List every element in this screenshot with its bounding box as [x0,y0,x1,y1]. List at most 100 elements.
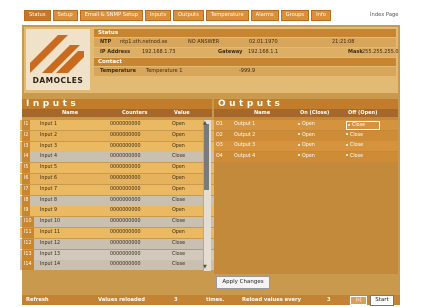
inputs-value-header: Value [174,110,190,116]
input-counter: 0000000000 [110,262,141,268]
input-name: Input 10 [40,219,61,225]
output-off-radio[interactable]: Close [346,131,363,141]
radio-dot-icon [298,133,300,135]
scroll-down-icon[interactable]: ▼ [203,264,207,270]
output-on-radio[interactable]: Open [298,141,315,151]
logo-stripes-icon [30,35,84,73]
input-counter: 0000000000 [110,240,141,246]
ntp-row: NTP ntp1.sth.netnod.se NO ANSWER 02.01.1… [94,38,396,47]
temperature-row: Temperature Temperature 1 -999.9 [94,67,396,76]
input-counter: 0000000000 [110,143,141,149]
inputs-column-headers: Name Counters Value [22,109,212,117]
radio-label: Close [350,132,364,138]
output-name: Output 1 [234,122,256,127]
input-counter: 0000000000 [110,165,141,171]
status-time: 21:21:08 [332,39,355,45]
input-id: I11 [22,228,34,238]
input-counter: 0000000000 [110,122,141,127]
input-row: I3 Input 3 0000000000 Open [20,141,214,152]
input-row: I7 Input 7 0000000000 Open [20,184,214,195]
input-id: I9 [22,206,31,217]
output-id: O1 [216,122,223,127]
output-name: Output 3 [234,143,256,148]
input-value: Open [172,143,185,149]
outputs-heading: Outputs [214,99,398,109]
output-off-radio[interactable]: Close [346,141,363,151]
ip-value: 192.168.1.73 [142,49,176,55]
outputs-column-headers: Name On (Close) Off (Open) [214,109,398,117]
input-value: Close [172,240,186,246]
ntp-state: NO ANSWER [188,39,220,45]
outputs-on-header: On (Close) [300,110,330,116]
inputs-heading: Inputs [22,99,212,109]
input-counter: 0000000000 [110,230,141,235]
input-name: Input 2 [40,132,57,138]
radio-dot-icon [346,154,348,156]
radio-dot-icon [298,154,300,156]
tab-status[interactable]: Status [24,10,51,21]
contact-heading: Contact [94,58,396,66]
seconds-unit: [s] [350,296,367,305]
input-row: I4 Input 4 0000000000 Close [20,152,214,163]
tab-alarms[interactable]: Alarms [250,10,279,21]
output-row: O4 Output 4 Open Close [214,151,398,162]
values-reloaded-label: Values reloaded [98,297,145,303]
reload-interval-input[interactable]: 3 [327,295,331,305]
input-row: I2 Input 2 0000000000 Open [20,130,214,141]
tab-outputs[interactable]: Outputs [173,10,204,21]
input-value: Open [172,165,185,171]
apply-changes-button[interactable]: Apply Changes [216,276,270,289]
tab-inputs[interactable]: Inputs [144,10,172,21]
top-nav: Status Setup Email & SNMP Setup Inputs Outpu… [24,10,331,21]
output-on-radio[interactable]: Open [298,131,315,141]
radio-dot-icon [298,143,300,146]
input-id: I3 [22,141,31,152]
input-counter: 0000000000 [110,208,141,214]
input-value: Close [172,251,186,257]
input-name: Input 11 [40,230,61,235]
output-on-radio[interactable]: Open [298,152,315,162]
status-date: 02.01.1970 [249,39,278,45]
input-value: Open [172,132,185,138]
input-name: Input 7 [40,186,57,192]
temperature-name: Temperature 1 [146,68,183,74]
radio-dot-icon [346,143,348,146]
input-id: I12 [22,238,34,249]
input-name: Input 6 [40,176,57,181]
input-id: I13 [22,249,34,260]
start-button[interactable]: Start [370,295,394,306]
tab-info[interactable]: Info [311,10,331,21]
radio-label: Open [302,122,315,127]
inputs-scrollbar-thumb[interactable] [204,124,209,190]
input-row: I11 Input 11 0000000000 Open [20,228,214,238]
output-row: O1 Output 1 Open Close [214,120,398,130]
output-on-radio[interactable]: Open [298,120,315,130]
inputs-name-header: Name [62,110,79,116]
input-value: Open [172,176,185,181]
input-row: I9 Input 9 0000000000 Open [20,206,214,217]
outputs-name-header: Name [254,110,271,116]
radio-dot-icon [298,122,300,125]
tab-email-snmp-setup[interactable]: Email & SNMP Setup [79,10,143,21]
tab-setup[interactable]: Setup [52,10,78,21]
radio-dot-icon [346,133,348,135]
input-value: Open [172,186,185,192]
output-off-radio[interactable]: Close [346,152,363,162]
radio-dot-icon [348,123,350,126]
scroll-up-icon[interactable]: ▲ [203,120,207,126]
refresh-label: Refresh [26,297,49,303]
input-value: Open [172,208,185,214]
input-counter: 0000000000 [110,132,141,138]
tab-temperature[interactable]: Temperature [205,10,249,21]
gateway-value: 192.168.1.1 [248,49,279,55]
input-row: I8 Input 8 0000000000 Close [20,195,214,206]
index-page-link[interactable]: Index Page [370,10,399,21]
radio-label: Open [302,153,315,159]
output-id: O2 [216,132,223,138]
input-row: I1 Input 1 0000000000 Open [20,120,214,130]
input-value: Open [172,230,185,235]
output-off-radio[interactable]: Close [346,121,381,130]
input-id: I2 [22,130,31,141]
mask-value: 255.255.255.0 [362,49,399,55]
tab-groups[interactable]: Groups [280,10,310,21]
